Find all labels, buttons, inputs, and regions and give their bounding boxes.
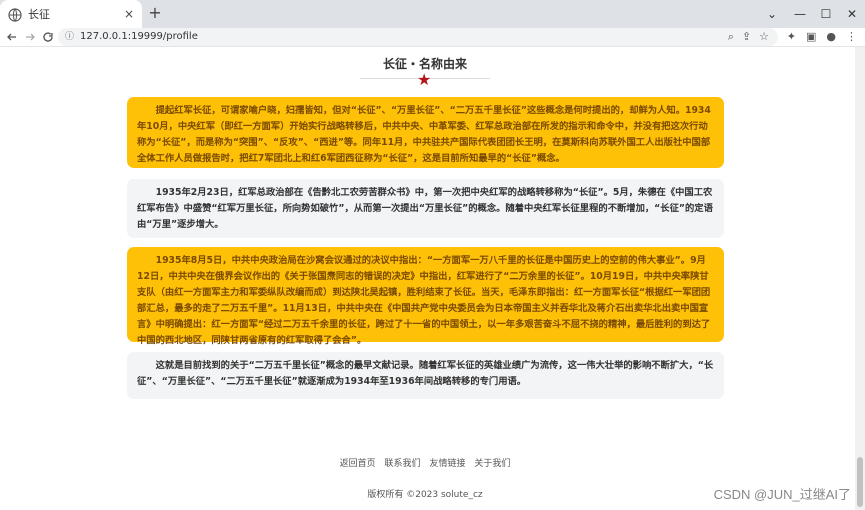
back-arrow-icon[interactable] bbox=[4, 28, 20, 46]
globe-icon bbox=[8, 7, 22, 22]
forward-arrow-icon[interactable] bbox=[22, 28, 38, 46]
tab-title: 长征 bbox=[28, 8, 50, 21]
footer-links: 返回首页 联系我们 友情链接 关于我们 bbox=[0, 456, 850, 469]
address-bar: ⓘ 127.0.0.1:19999/profile ⌕ ⇪ ☆ ✦ ▣ ● ⋮ bbox=[0, 28, 865, 47]
share-icon[interactable]: ⇪ bbox=[742, 28, 751, 46]
puzzle-icon[interactable]: ✦ bbox=[787, 28, 796, 46]
url-text: 127.0.0.1:19999/profile bbox=[80, 31, 198, 42]
watermark: CSDN @JUN_过继AI了 bbox=[713, 487, 851, 502]
maximize-button[interactable]: ☐ bbox=[812, 0, 840, 28]
new-tab-button[interactable]: + bbox=[146, 4, 164, 22]
paragraph-card: 1935年2月23日，红军总政治部在《告黔北工农劳苦群众书》中，第一次把中央红军… bbox=[127, 179, 724, 238]
sidebar-icon[interactable]: ▣ bbox=[806, 28, 816, 46]
paragraph-card: 提起红军长征，可谓家喻户晓，妇孺皆知，但对“长征”、“万里长征”、“二万五千里长… bbox=[127, 97, 724, 168]
scrollbar-thumb[interactable] bbox=[857, 457, 863, 507]
reload-icon[interactable] bbox=[40, 28, 56, 46]
tab-search-icon[interactable]: ⌄ bbox=[758, 0, 786, 28]
paragraph-card: 这就是目前找到的关于“二万五千里长征”概念的最早文献记录。随着红军长征的英雄业绩… bbox=[127, 352, 724, 399]
red-star-icon: ★ bbox=[417, 70, 432, 89]
scrollbar[interactable] bbox=[855, 47, 865, 510]
page-content: 长征・名称由来 ★ 提起红军长征，可谓家喻户晓，妇孺皆知，但对“长征”、“万里长… bbox=[0, 47, 865, 510]
zoom-icon[interactable]: ⌕ bbox=[728, 28, 734, 46]
profile-icon[interactable]: ● bbox=[826, 28, 836, 46]
footer-link-about[interactable]: 关于我们 bbox=[474, 459, 510, 469]
browser-tab[interactable]: 长征 × bbox=[0, 0, 142, 28]
paragraph-card: 1935年8月5日，中共中央政治局在沙窝会议通过的决议中指出：“一方面军一万八千… bbox=[127, 247, 724, 346]
footer-link-contact[interactable]: 联系我们 bbox=[385, 459, 421, 469]
tab-bar: 长征 × + ⌄ — ☐ ✕ bbox=[0, 0, 865, 28]
star-icon[interactable]: ☆ bbox=[759, 28, 769, 46]
minimize-button[interactable]: — bbox=[786, 0, 814, 28]
toolbar-right: ✦ ▣ ● ⋮ bbox=[787, 28, 857, 46]
close-tab-icon[interactable]: × bbox=[124, 7, 134, 21]
footer-link-home[interactable]: 返回首页 bbox=[340, 459, 376, 469]
info-icon[interactable]: ⓘ bbox=[65, 28, 74, 46]
url-actions: ⌕ ⇪ ☆ bbox=[728, 28, 769, 46]
url-input[interactable]: ⓘ 127.0.0.1:19999/profile bbox=[58, 28, 778, 46]
footer-link-friends[interactable]: 友情链接 bbox=[429, 459, 465, 469]
close-window-button[interactable]: ✕ bbox=[838, 0, 865, 28]
kebab-menu-icon[interactable]: ⋮ bbox=[846, 28, 857, 46]
